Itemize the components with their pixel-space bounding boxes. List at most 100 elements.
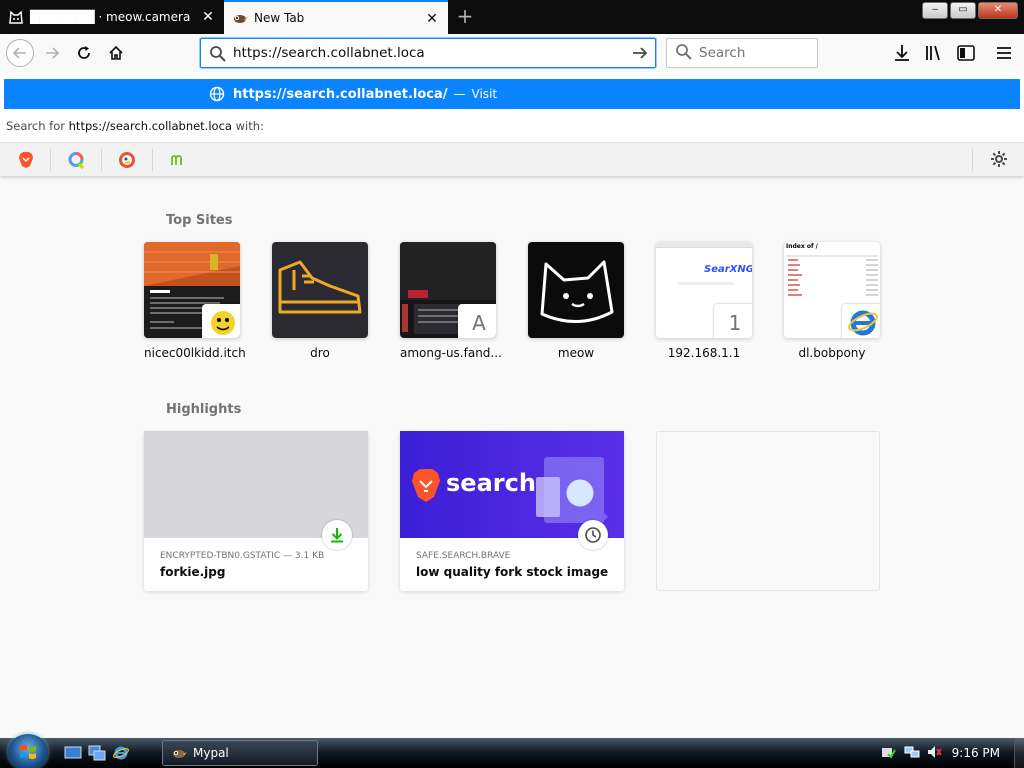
mypal-bird-icon	[173, 750, 187, 758]
search-box[interactable]: Search	[666, 38, 818, 68]
download-icon	[322, 520, 352, 550]
tab-new-tab[interactable]: New Tab ✕	[224, 0, 448, 34]
minimize-button[interactable]: ‒	[922, 2, 948, 19]
tab-title: New Tab	[254, 11, 305, 25]
top-site-tile[interactable]: Index of / dl.bobpony	[784, 242, 880, 360]
back-arrow-icon	[12, 47, 26, 59]
highlight-card[interactable]: search SAFE.SEARCH.BRAVE low quality for…	[400, 431, 624, 591]
one-off-search-engines	[0, 142, 1024, 176]
url-bar[interactable]: https://search.collabnet.loca	[200, 38, 656, 68]
close-tab-icon[interactable]: ✕	[200, 9, 216, 25]
top-site-tile[interactable]: meow	[528, 242, 624, 360]
taskbar-clock[interactable]: 9:16 PM	[952, 746, 1000, 760]
mojeek-engine-icon[interactable]	[168, 150, 188, 170]
url-input[interactable]: https://search.collabnet.loca	[233, 45, 425, 61]
search-for-suffix: with:	[235, 119, 264, 133]
action-center-icon[interactable]	[880, 744, 896, 763]
close-tab-icon[interactable]: ✕	[424, 11, 440, 27]
site-badge-letter: A	[458, 304, 496, 338]
go-arrow-icon[interactable]	[631, 44, 649, 65]
window-controls: ‒ ▭ ✕	[922, 2, 1018, 19]
tab-title: ███████ · meow.camera	[30, 10, 191, 24]
search-settings-gear-icon[interactable]	[990, 150, 1008, 171]
search-for-query: https://search.collabnet.loca	[68, 119, 232, 133]
site-thumbnail	[144, 242, 240, 338]
windows-logo-icon	[20, 745, 36, 759]
highlight-image	[144, 431, 368, 550]
site-thumbnail	[528, 242, 624, 338]
index-thumb-text: Index of /	[786, 243, 818, 250]
reload-icon	[78, 46, 90, 59]
show-desktop-button[interactable]	[1014, 738, 1024, 768]
site-label: nicec00lkidd.itch	[144, 346, 246, 360]
highlights-heading: Highlights	[166, 402, 242, 417]
qwant-engine-icon[interactable]	[66, 150, 86, 170]
top-site-tile[interactable]: nicec00lkidd.itch	[144, 242, 246, 360]
brave-lion-icon	[412, 469, 440, 502]
brave-search-wordmark: search	[446, 469, 536, 497]
magnifier-illustration	[536, 457, 609, 523]
result-url: https://search.collabnet.loca/	[233, 86, 448, 102]
search-input[interactable]: Search	[699, 45, 745, 61]
search-icon	[209, 45, 227, 66]
volume-muted-icon[interactable]	[926, 744, 942, 763]
highlight-placeholder	[656, 431, 880, 591]
site-label: meow	[557, 346, 595, 360]
duckduckgo-engine-icon[interactable]	[117, 150, 137, 170]
site-badge-letter: 1	[714, 304, 752, 338]
site-thumbnail: A	[400, 242, 496, 338]
internet-explorer-icon[interactable]	[112, 745, 130, 761]
site-thumbnail: SearXNG 1	[656, 242, 752, 338]
highlight-source: SAFE.SEARCH.BRAVE	[416, 551, 511, 561]
new-tab-button[interactable]: +	[452, 4, 478, 30]
taskbar-window-button[interactable]: Mypal	[162, 740, 318, 766]
brave-search-engine-icon[interactable]	[16, 150, 36, 170]
site-badge-icon	[202, 304, 240, 338]
show-desktop-icon[interactable]	[64, 745, 82, 761]
home-icon	[109, 45, 123, 60]
switch-windows-icon[interactable]	[88, 745, 106, 761]
shoe-icon	[278, 260, 362, 314]
hamburger-menu-icon[interactable]	[994, 43, 1014, 63]
windows-taskbar: Mypal 9:16 PM	[0, 734, 1024, 768]
navigation-toolbar: https://search.collabnet.loca Search	[0, 34, 1024, 72]
top-site-tile[interactable]: A among-us.fand...	[400, 242, 502, 360]
site-label: dro	[310, 346, 330, 360]
forward-button[interactable]	[38, 39, 66, 67]
tab-strip: ███████ · meow.camera ✕ New Tab ✕ + ‒ ▭ …	[0, 0, 1024, 34]
engine-separator	[972, 149, 973, 171]
mypal-bird-icon	[232, 10, 248, 26]
home-button[interactable]	[102, 39, 130, 67]
reload-button[interactable]	[70, 39, 98, 67]
clock-icon	[578, 520, 608, 550]
highlight-title: low quality fork stock image - Br...	[416, 565, 612, 579]
maximize-button[interactable]: ▭	[950, 2, 976, 19]
forward-arrow-icon	[46, 47, 60, 59]
top-site-tile[interactable]: SearXNG 1 192.168.1.1	[656, 242, 752, 360]
start-button[interactable]	[8, 734, 48, 768]
library-icon[interactable]	[924, 43, 944, 63]
site-thumbnail: Index of /	[784, 242, 880, 338]
close-window-button[interactable]: ✕	[978, 2, 1018, 19]
globe-icon	[209, 86, 225, 102]
engine-separator	[50, 149, 51, 171]
searxng-thumb-text: SearXNG	[704, 264, 752, 275]
system-tray: 9:16 PM	[880, 738, 1024, 768]
top-site-tile[interactable]: dro	[272, 242, 368, 360]
highlight-image: search	[400, 431, 624, 550]
site-label: 192.168.1.1	[667, 346, 741, 360]
highlight-card[interactable]: ENCRYPTED-TBN0.GSTATIC — 3.1 KB forkie.j…	[144, 431, 368, 591]
engine-separator	[101, 149, 102, 171]
tab-meow-camera[interactable]: ███████ · meow.camera ✕	[0, 0, 224, 34]
sidebar-icon[interactable]	[956, 43, 976, 63]
downloads-icon[interactable]	[892, 43, 912, 63]
highlight-source: ENCRYPTED-TBN0.GSTATIC — 3.1 KB	[160, 551, 325, 561]
back-button[interactable]	[6, 39, 34, 67]
taskbar-window-label: Mypal	[193, 746, 229, 760]
search-for-prefix: Search for	[6, 119, 65, 133]
cat-icon	[8, 9, 24, 25]
search-icon	[675, 43, 693, 64]
autocomplete-result-row[interactable]: https://search.collabnet.loca/ — Visit	[4, 79, 1020, 109]
network-icon[interactable]	[904, 744, 920, 763]
result-action: Visit	[471, 87, 498, 101]
